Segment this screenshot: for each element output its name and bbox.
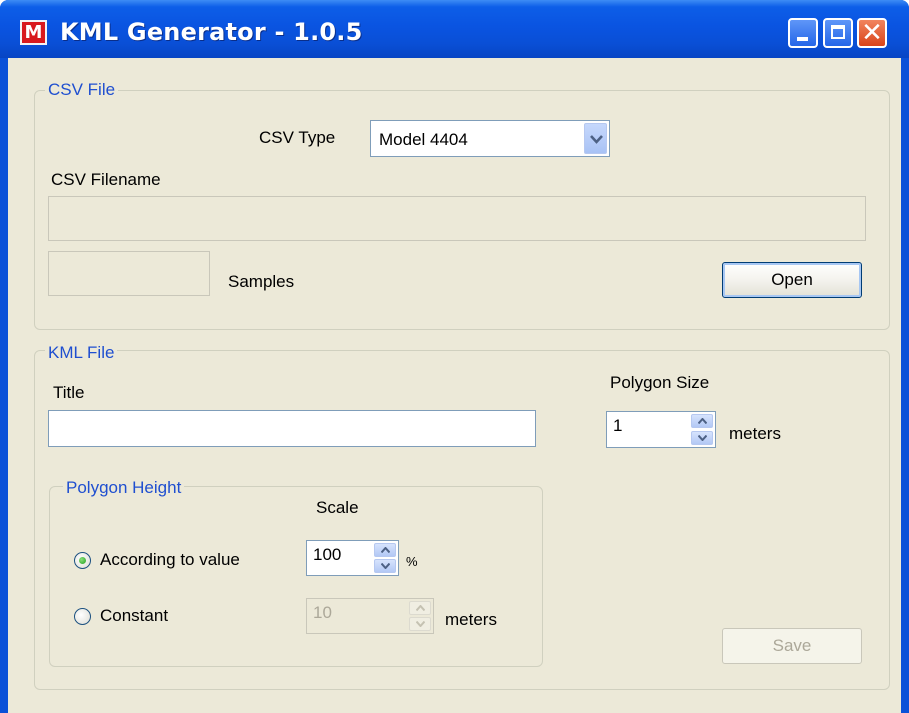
constant-radio[interactable] — [74, 608, 91, 625]
polygon-height-group-label: Polygon Height — [63, 478, 185, 498]
title-input[interactable] — [48, 410, 536, 447]
according-to-value-radio[interactable] — [74, 552, 91, 569]
title-bar[interactable]: M KML Generator - 1.0.5 ✕ — [0, 0, 909, 58]
according-to-value-label[interactable]: According to value — [100, 550, 240, 570]
save-button[interactable]: Save — [722, 628, 862, 664]
scale-label: Scale — [316, 498, 359, 517]
spin-down-button[interactable] — [691, 431, 713, 445]
scale-percent-unit: % — [406, 554, 418, 569]
app-window: M KML Generator - 1.0.5 ✕ CSV File CSV T… — [0, 0, 909, 713]
maximize-icon — [831, 25, 845, 39]
csv-filename-label: CSV Filename — [51, 170, 161, 189]
csv-file-group-label: CSV File — [45, 80, 119, 100]
scale-percent-spinner[interactable]: 100 — [306, 540, 399, 576]
title-label: Title — [53, 383, 85, 402]
minimize-icon — [797, 37, 808, 41]
chevron-down-icon — [698, 435, 707, 441]
chevron-up-icon — [381, 547, 390, 553]
spin-down-button[interactable] — [374, 559, 396, 573]
client-area: CSV File CSV Type Model 4404 CSV Filenam… — [8, 58, 901, 713]
close-button[interactable]: ✕ — [857, 18, 887, 48]
csv-type-label: CSV Type — [259, 128, 336, 147]
polygon-size-spinner[interactable]: 1 — [606, 411, 716, 448]
spinner-arrows — [691, 414, 713, 445]
constant-label[interactable]: Constant — [100, 606, 168, 626]
chevron-up-icon — [416, 605, 425, 611]
polygon-size-unit: meters — [729, 424, 781, 443]
spin-up-button[interactable] — [691, 414, 713, 428]
chevron-down-icon — [381, 563, 390, 569]
chevron-up-icon — [698, 418, 707, 424]
polygon-height-group — [49, 486, 543, 667]
chevron-down-icon — [416, 621, 425, 627]
constant-height-unit: meters — [445, 610, 497, 629]
polygon-size-label: Polygon Size — [610, 373, 710, 392]
chevron-down-icon — [590, 135, 603, 144]
spinner-arrows — [374, 543, 396, 573]
csv-type-dropdown[interactable]: Model 4404 — [370, 120, 610, 157]
dropdown-button[interactable] — [584, 123, 607, 154]
samples-count-field — [48, 251, 210, 296]
constant-height-value: 10 — [313, 603, 332, 622]
close-icon: ✕ — [861, 18, 883, 48]
app-logo-icon: M — [20, 20, 47, 45]
csv-filename-field — [48, 196, 866, 241]
samples-label: Samples — [228, 272, 295, 291]
spin-up-button[interactable] — [374, 543, 396, 557]
window-title: KML Generator - 1.0.5 — [60, 18, 363, 46]
constant-height-spinner[interactable]: 10 — [306, 598, 434, 634]
csv-type-value: Model 4404 — [379, 130, 468, 149]
polygon-size-value: 1 — [613, 416, 623, 435]
spinner-arrows — [409, 601, 431, 631]
spin-down-button[interactable] — [409, 617, 431, 631]
radio-selected-dot — [79, 557, 86, 564]
kml-file-group-label: KML File — [45, 343, 118, 363]
open-button[interactable]: Open — [722, 262, 862, 298]
scale-percent-value: 100 — [313, 545, 342, 564]
maximize-button[interactable] — [823, 18, 853, 48]
minimize-button[interactable] — [788, 18, 818, 48]
spin-up-button[interactable] — [409, 601, 431, 615]
